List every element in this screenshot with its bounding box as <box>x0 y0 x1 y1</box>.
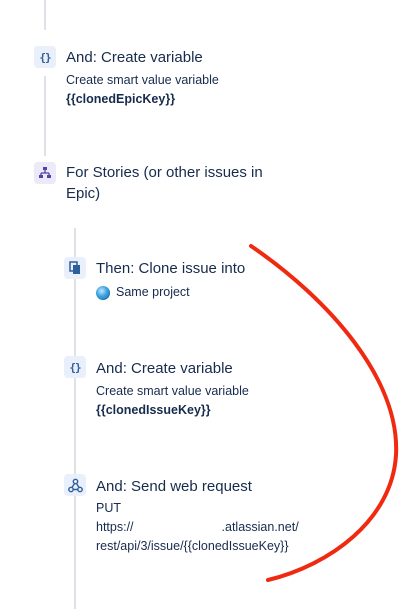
rule-title: Then: Clone issue into <box>96 260 246 277</box>
request-url-line-2: rest/api/3/issue/{{clonedIssueKey}} <box>96 539 289 553</box>
project-avatar-icon <box>96 285 110 300</box>
branch-icon <box>34 162 56 184</box>
clone-icon <box>64 257 86 279</box>
variable-name: {{clonedIssueKey}} <box>96 403 211 417</box>
http-method: PUT <box>96 501 121 515</box>
curly-braces-icon: {} <box>64 356 86 378</box>
inner-connector-line <box>74 228 76 609</box>
rule-title: And: Create variable <box>66 49 203 66</box>
rule-description: Create smart value variable {{clonedIssu… <box>96 384 249 417</box>
target-project: Same project <box>96 283 190 302</box>
webhook-icon <box>64 474 86 496</box>
request-details: PUT https://.atlassian.net/ rest/api/3/i… <box>96 499 299 556</box>
outer-connector-line <box>44 76 46 156</box>
redacted-domain <box>134 519 222 531</box>
rule-description: Create smart value variable {{clonedEpic… <box>66 73 219 106</box>
rule-title: For Stories (or other issues in Epic) <box>66 164 263 202</box>
rule-title: And: Create variable <box>96 360 233 377</box>
variable-name: {{clonedEpicKey}} <box>66 92 176 106</box>
rule-title: And: Send web request <box>96 478 252 495</box>
request-url-line-1: https://.atlassian.net/ <box>96 519 299 534</box>
curly-braces-icon: {} <box>34 46 56 68</box>
outer-connector-line <box>44 0 46 30</box>
